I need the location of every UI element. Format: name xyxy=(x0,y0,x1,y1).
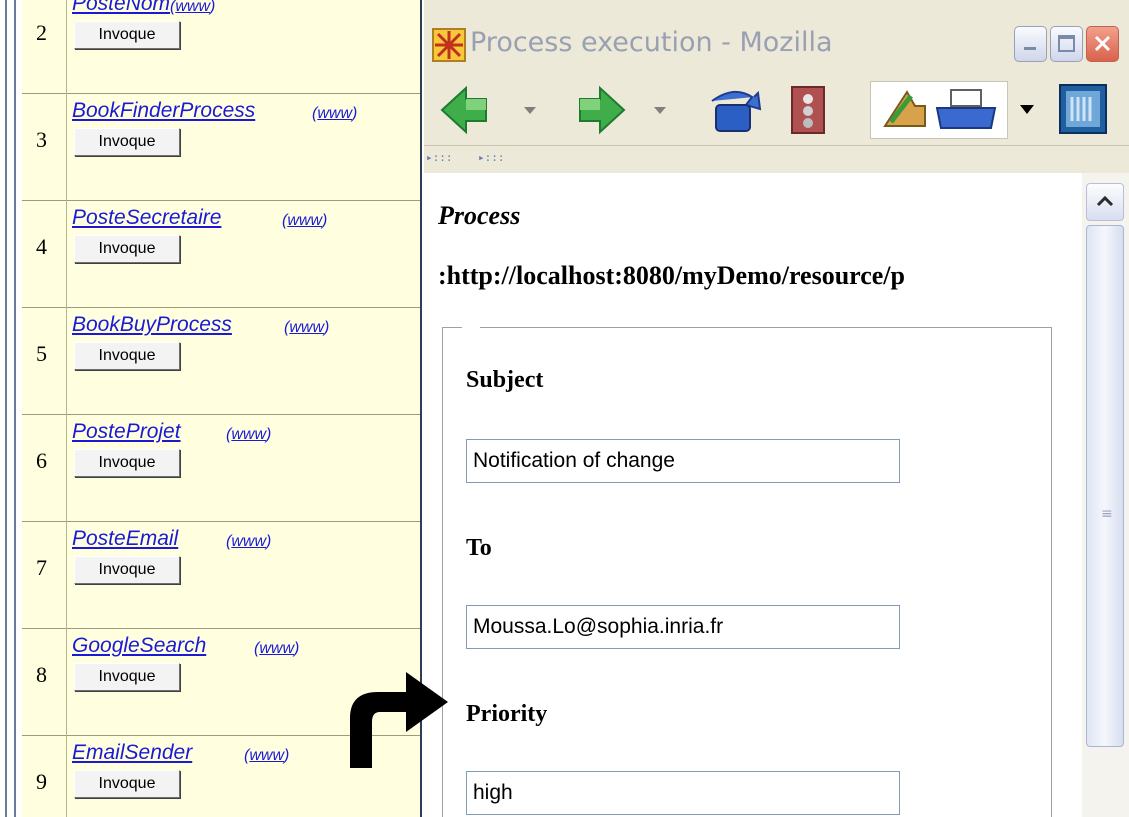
www-link-wrapper: (www) xyxy=(312,105,358,122)
row-number-cell: 4 xyxy=(22,200,67,307)
service-link[interactable]: BookFinderProcess xyxy=(72,99,255,123)
scroll-thumb[interactable]: ≡ xyxy=(1086,225,1124,747)
www-link-wrapper: (www) xyxy=(282,212,328,229)
www-link[interactable]: www xyxy=(259,640,294,657)
reload-icon[interactable] xyxy=(706,83,762,137)
www-link[interactable]: www xyxy=(231,426,266,443)
service-link[interactable]: PosteSecretaire xyxy=(72,206,221,230)
row-number: 7 xyxy=(36,555,47,580)
throbber-icon xyxy=(1059,84,1107,134)
print-icon[interactable] xyxy=(933,88,999,134)
curved-arrow-icon xyxy=(350,672,448,768)
priority-field[interactable] xyxy=(466,771,900,815)
www-link[interactable]: www xyxy=(317,105,352,122)
row-number-cell: 8 xyxy=(22,628,67,735)
maximize-icon xyxy=(1058,35,1075,52)
invoque-button[interactable]: Invoque xyxy=(74,342,180,370)
service-link[interactable]: EmailSender xyxy=(72,741,192,765)
row-number: 4 xyxy=(36,234,47,259)
process-url: :http://localhost:8080/myDemo/resource/p xyxy=(438,261,905,290)
tab-grip-icon[interactable]: ▸::: xyxy=(478,151,505,164)
www-link[interactable]: www xyxy=(287,212,322,229)
minimize-icon xyxy=(1024,47,1036,50)
home-icon[interactable] xyxy=(877,86,933,134)
chevron-up-icon xyxy=(1096,195,1114,207)
row-number-cell: 9 xyxy=(22,735,67,817)
service-link[interactable]: BookBuyProcess xyxy=(72,313,232,337)
row-number: 5 xyxy=(36,341,47,366)
invoque-button[interactable]: Invoque xyxy=(74,128,180,156)
subject-label: Subject xyxy=(466,367,544,393)
www-link[interactable]: www xyxy=(231,533,266,550)
to-label: To xyxy=(466,535,492,561)
window-titlebar[interactable]: Process execution - Mozilla xyxy=(424,0,1129,75)
priority-label: Priority xyxy=(466,701,548,727)
navigation-toolbar xyxy=(424,75,1129,145)
stop-icon[interactable] xyxy=(786,83,830,137)
service-row: 7 PosteEmail (www) Invoque xyxy=(22,521,420,629)
service-link[interactable]: PosteNom xyxy=(72,0,170,16)
mozilla-window: Process execution - Mozilla ▸::: ▸::: Pr… xyxy=(424,0,1129,817)
invoque-button[interactable]: Invoque xyxy=(74,770,180,798)
row-number-cell: 5 xyxy=(22,307,67,414)
row-number-cell: 2 xyxy=(22,0,67,93)
row-number: 8 xyxy=(36,662,47,687)
www-link-wrapper: (www) xyxy=(226,533,272,550)
service-row: 4 PosteSecretaire (www) Invoque xyxy=(22,200,420,308)
scroll-up-button[interactable] xyxy=(1086,183,1124,221)
www-link-wrapper: (www) xyxy=(170,0,216,15)
window-title: Process execution - Mozilla xyxy=(470,27,833,58)
frame-border xyxy=(5,0,7,817)
print-dropdown-arrow-icon[interactable] xyxy=(1020,105,1034,114)
invoque-button[interactable]: Invoque xyxy=(74,663,180,691)
invoque-button[interactable]: Invoque xyxy=(74,235,180,263)
row-number: 3 xyxy=(36,127,47,152)
www-link[interactable]: www xyxy=(175,0,210,15)
service-link[interactable]: PosteEmail xyxy=(72,527,178,551)
row-number-cell: 7 xyxy=(22,521,67,628)
page-content: Process :http://localhost:8080/myDemo/re… xyxy=(424,173,1082,817)
row-number: 6 xyxy=(36,448,47,473)
tab-strip: ▸::: ▸::: xyxy=(424,145,1129,175)
www-link[interactable]: www xyxy=(249,747,284,764)
service-row: 6 PosteProjet (www) Invoque xyxy=(22,414,420,522)
invoque-button[interactable]: Invoque xyxy=(74,556,180,584)
mozilla-app-icon xyxy=(432,28,466,62)
forward-dropdown-arrow-icon[interactable] xyxy=(654,107,666,114)
service-link[interactable]: GoogleSearch xyxy=(72,634,206,658)
home-print-group xyxy=(870,81,1008,139)
to-field[interactable] xyxy=(466,605,900,649)
back-dropdown-arrow-icon[interactable] xyxy=(524,107,536,114)
www-link[interactable]: www xyxy=(289,319,324,336)
close-icon xyxy=(1094,35,1111,52)
row-number-cell: 6 xyxy=(22,414,67,521)
forward-arrow-icon[interactable] xyxy=(574,83,628,137)
fieldset-legend xyxy=(462,323,480,331)
tab-grip-icon[interactable]: ▸::: xyxy=(426,151,453,164)
maximize-button[interactable] xyxy=(1050,26,1083,62)
process-heading: Process xyxy=(438,201,521,230)
frame-border xyxy=(14,0,16,817)
subject-field[interactable] xyxy=(466,439,900,483)
scroll-grip-icon: ≡ xyxy=(1101,506,1113,522)
minimize-button[interactable] xyxy=(1014,26,1047,62)
www-link-wrapper: (www) xyxy=(244,747,290,764)
service-link[interactable]: PosteProjet xyxy=(72,420,181,444)
www-link-wrapper: (www) xyxy=(284,319,330,336)
row-number: 2 xyxy=(36,20,47,45)
service-row: 5 BookBuyProcess (www) Invoque xyxy=(22,307,420,415)
www-link-wrapper: (www) xyxy=(226,426,272,443)
back-arrow-icon[interactable] xyxy=(438,83,492,137)
form-fieldset xyxy=(442,327,1052,817)
row-number: 9 xyxy=(36,769,47,794)
vertical-scrollbar[interactable]: ≡ xyxy=(1082,173,1129,817)
service-row: 2 PosteNom (www) Invoque xyxy=(22,0,420,94)
invoque-button[interactable]: Invoque xyxy=(74,449,180,477)
service-row: 3 BookFinderProcess (www) Invoque xyxy=(22,93,420,201)
close-button[interactable] xyxy=(1086,26,1119,62)
www-link-wrapper: (www) xyxy=(254,640,300,657)
row-number-cell: 3 xyxy=(22,93,67,200)
invoque-button[interactable]: Invoque xyxy=(74,21,180,49)
